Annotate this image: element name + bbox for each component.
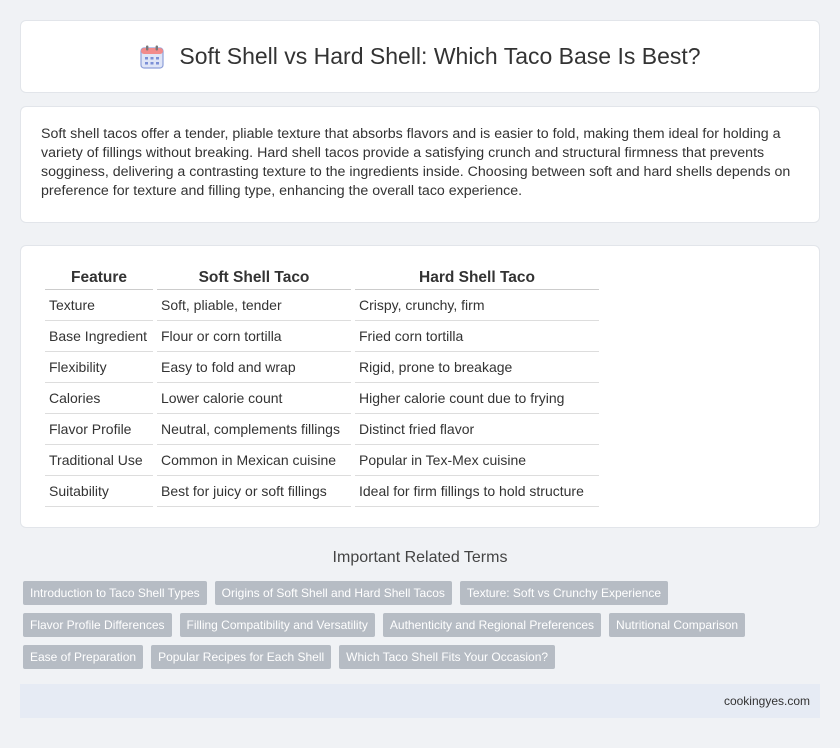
- term-tag[interactable]: Flavor Profile Differences: [23, 613, 172, 637]
- table-row: Flavor Profile Neutral, complements fill…: [45, 414, 599, 445]
- term-tag[interactable]: Introduction to Taco Shell Types: [23, 581, 207, 605]
- term-tag[interactable]: Filling Compatibility and Versatility: [179, 613, 375, 637]
- page-title: Soft Shell vs Hard Shell: Which Taco Bas…: [179, 43, 701, 69]
- term-tag[interactable]: Texture: Soft vs Crunchy Experience: [459, 581, 668, 605]
- header-feature: Feature: [45, 263, 153, 290]
- table-cell: Flavor Profile: [45, 414, 153, 445]
- intro-card: Soft shell tacos offer a tender, pliable…: [20, 106, 820, 223]
- table-cell: Popular in Tex-Mex cuisine: [355, 445, 599, 476]
- header-soft-shell: Soft Shell Taco: [157, 263, 351, 290]
- term-tag[interactable]: Popular Recipes for Each Shell: [151, 645, 332, 669]
- comparison-table: Feature Soft Shell Taco Hard Shell Taco …: [41, 263, 603, 507]
- header-hard-shell: Hard Shell Taco: [355, 263, 599, 290]
- table-cell: Neutral, complements fillings: [157, 414, 351, 445]
- table-cell: Fried corn tortilla: [355, 321, 599, 352]
- header-card: Soft Shell vs Hard Shell: Which Taco Bas…: [20, 20, 820, 93]
- table-cell: Ideal for firm fillings to hold structur…: [355, 476, 599, 507]
- table-cell: Easy to fold and wrap: [157, 352, 351, 383]
- table-row: Base Ingredient Flour or corn tortilla F…: [45, 321, 599, 352]
- table-row: Suitability Best for juicy or soft filli…: [45, 476, 599, 507]
- term-tag[interactable]: Nutritional Comparison: [609, 613, 746, 637]
- table-row: Calories Lower calorie count Higher calo…: [45, 383, 599, 414]
- related-terms: Introduction to Taco Shell Types Origins…: [23, 581, 803, 677]
- table-cell: Best for juicy or soft fillings: [157, 476, 351, 507]
- term-tag[interactable]: Authenticity and Regional Preferences: [382, 613, 602, 637]
- intro-text: Soft shell tacos offer a tender, pliable…: [41, 126, 791, 199]
- term-tag[interactable]: Which Taco Shell Fits Your Occasion?: [339, 645, 556, 669]
- table-card: Feature Soft Shell Taco Hard Shell Taco …: [20, 245, 820, 528]
- term-tag[interactable]: Ease of Preparation: [23, 645, 144, 669]
- table-cell: Lower calorie count: [157, 383, 351, 414]
- table-cell: Higher calorie count due to frying: [355, 383, 599, 414]
- term-tag[interactable]: Origins of Soft Shell and Hard Shell Tac…: [214, 581, 452, 605]
- table-cell: Crispy, crunchy, firm: [355, 290, 599, 321]
- table-cell: Flour or corn tortilla: [157, 321, 351, 352]
- calendar-icon: [140, 45, 165, 69]
- table-cell: Traditional Use: [45, 445, 153, 476]
- term-row: Flavor Profile Differences Filling Compa…: [23, 613, 803, 637]
- table-cell: Distinct fried flavor: [355, 414, 599, 445]
- footer: cookingyes.com: [20, 684, 820, 718]
- table-cell: Rigid, prone to breakage: [355, 352, 599, 383]
- term-row: Introduction to Taco Shell Types Origins…: [23, 581, 803, 605]
- table-cell: Flexibility: [45, 352, 153, 383]
- related-terms-title: Important Related Terms: [332, 549, 508, 566]
- table-row: Traditional Use Common in Mexican cuisin…: [45, 445, 599, 476]
- table-cell: Calories: [45, 383, 153, 414]
- table-cell: Base Ingredient: [45, 321, 153, 352]
- title-wrap: Soft Shell vs Hard Shell: Which Taco Bas…: [21, 21, 819, 92]
- table-cell: Common in Mexican cuisine: [157, 445, 351, 476]
- table-cell: Texture: [45, 290, 153, 321]
- table-cell: Suitability: [45, 476, 153, 507]
- table-row: Texture Soft, pliable, tender Crispy, cr…: [45, 290, 599, 321]
- footer-site[interactable]: cookingyes.com: [724, 694, 810, 708]
- table-header-row: Feature Soft Shell Taco Hard Shell Taco: [45, 263, 599, 290]
- table-cell: Soft, pliable, tender: [157, 290, 351, 321]
- term-row: Ease of Preparation Popular Recipes for …: [23, 645, 803, 669]
- table-row: Flexibility Easy to fold and wrap Rigid,…: [45, 352, 599, 383]
